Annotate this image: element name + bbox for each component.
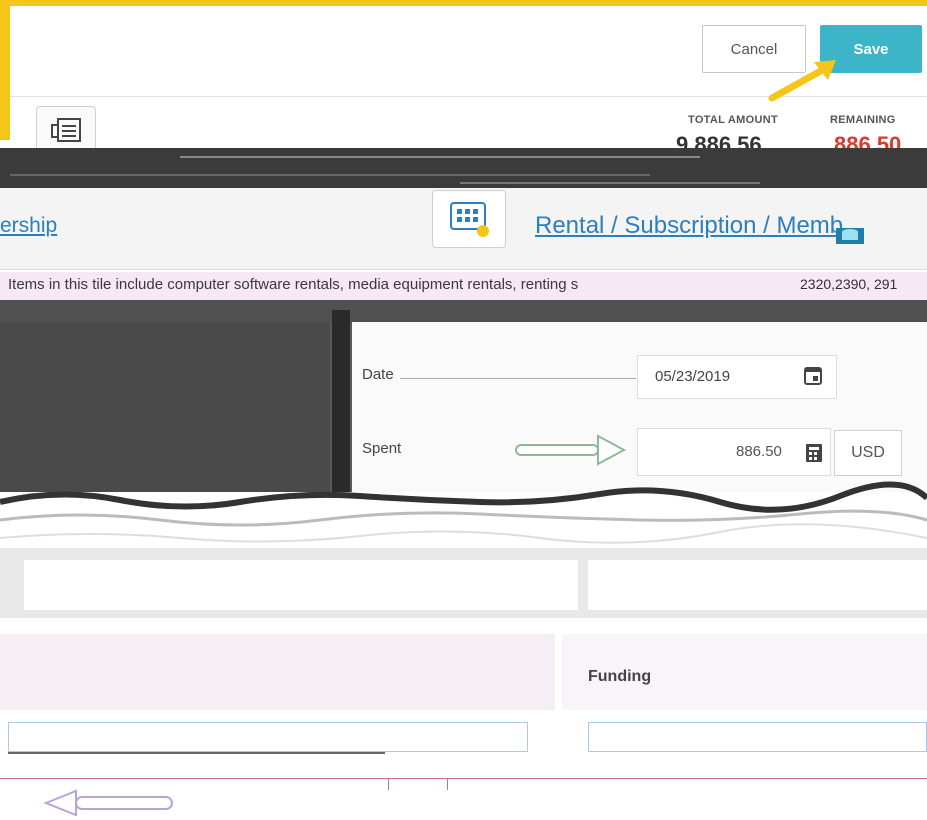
left-panel (0, 322, 330, 492)
render-glitch-band (0, 148, 927, 188)
render-glitch-line (0, 300, 927, 322)
grid-icon (450, 202, 489, 237)
render-glitch-wave (0, 481, 927, 550)
category-left-fragment[interactable]: ership (0, 214, 57, 238)
total-amount-label: TOTAL AMOUNT (688, 114, 778, 126)
spent-amount-value[interactable]: 886.50 (736, 443, 782, 460)
section-left-card (24, 560, 578, 610)
calendar-icon[interactable] (803, 364, 823, 386)
annotation-arrow-right-icon (515, 434, 627, 466)
date-value[interactable]: 05/23/2019 (655, 368, 730, 385)
date-label: Date (362, 366, 394, 383)
database-icon (836, 228, 864, 244)
spent-label: Spent (362, 440, 402, 457)
calculator-icon[interactable] (804, 442, 824, 464)
highlight-frame-left (0, 0, 10, 140)
category-description: Items in this tile include computer soft… (8, 276, 579, 293)
account-tick-1 (388, 778, 389, 790)
currency-button[interactable]: USD (834, 430, 902, 476)
annotation-arrow-left-icon (43, 789, 173, 817)
funding-label: Funding (588, 668, 652, 685)
account-right-field[interactable] (588, 722, 927, 752)
date-leader-line (400, 378, 636, 379)
account-separator-line (0, 778, 927, 779)
annotation-arrow-icon (768, 60, 836, 102)
account-tick-2 (447, 778, 448, 790)
accounts-panel (0, 634, 555, 710)
grid-icon-button[interactable] (432, 190, 506, 248)
panel-divider (332, 310, 350, 500)
account-left-field[interactable] (8, 722, 528, 752)
spent-amount-field[interactable] (637, 428, 831, 476)
section-right-card (588, 560, 927, 610)
account-underline (8, 752, 385, 754)
category-codes: 2320,2390, 291 (800, 276, 898, 292)
remaining-label: REMAINING (830, 114, 896, 126)
category-title[interactable]: Rental / Subscription / Memb (535, 212, 843, 240)
